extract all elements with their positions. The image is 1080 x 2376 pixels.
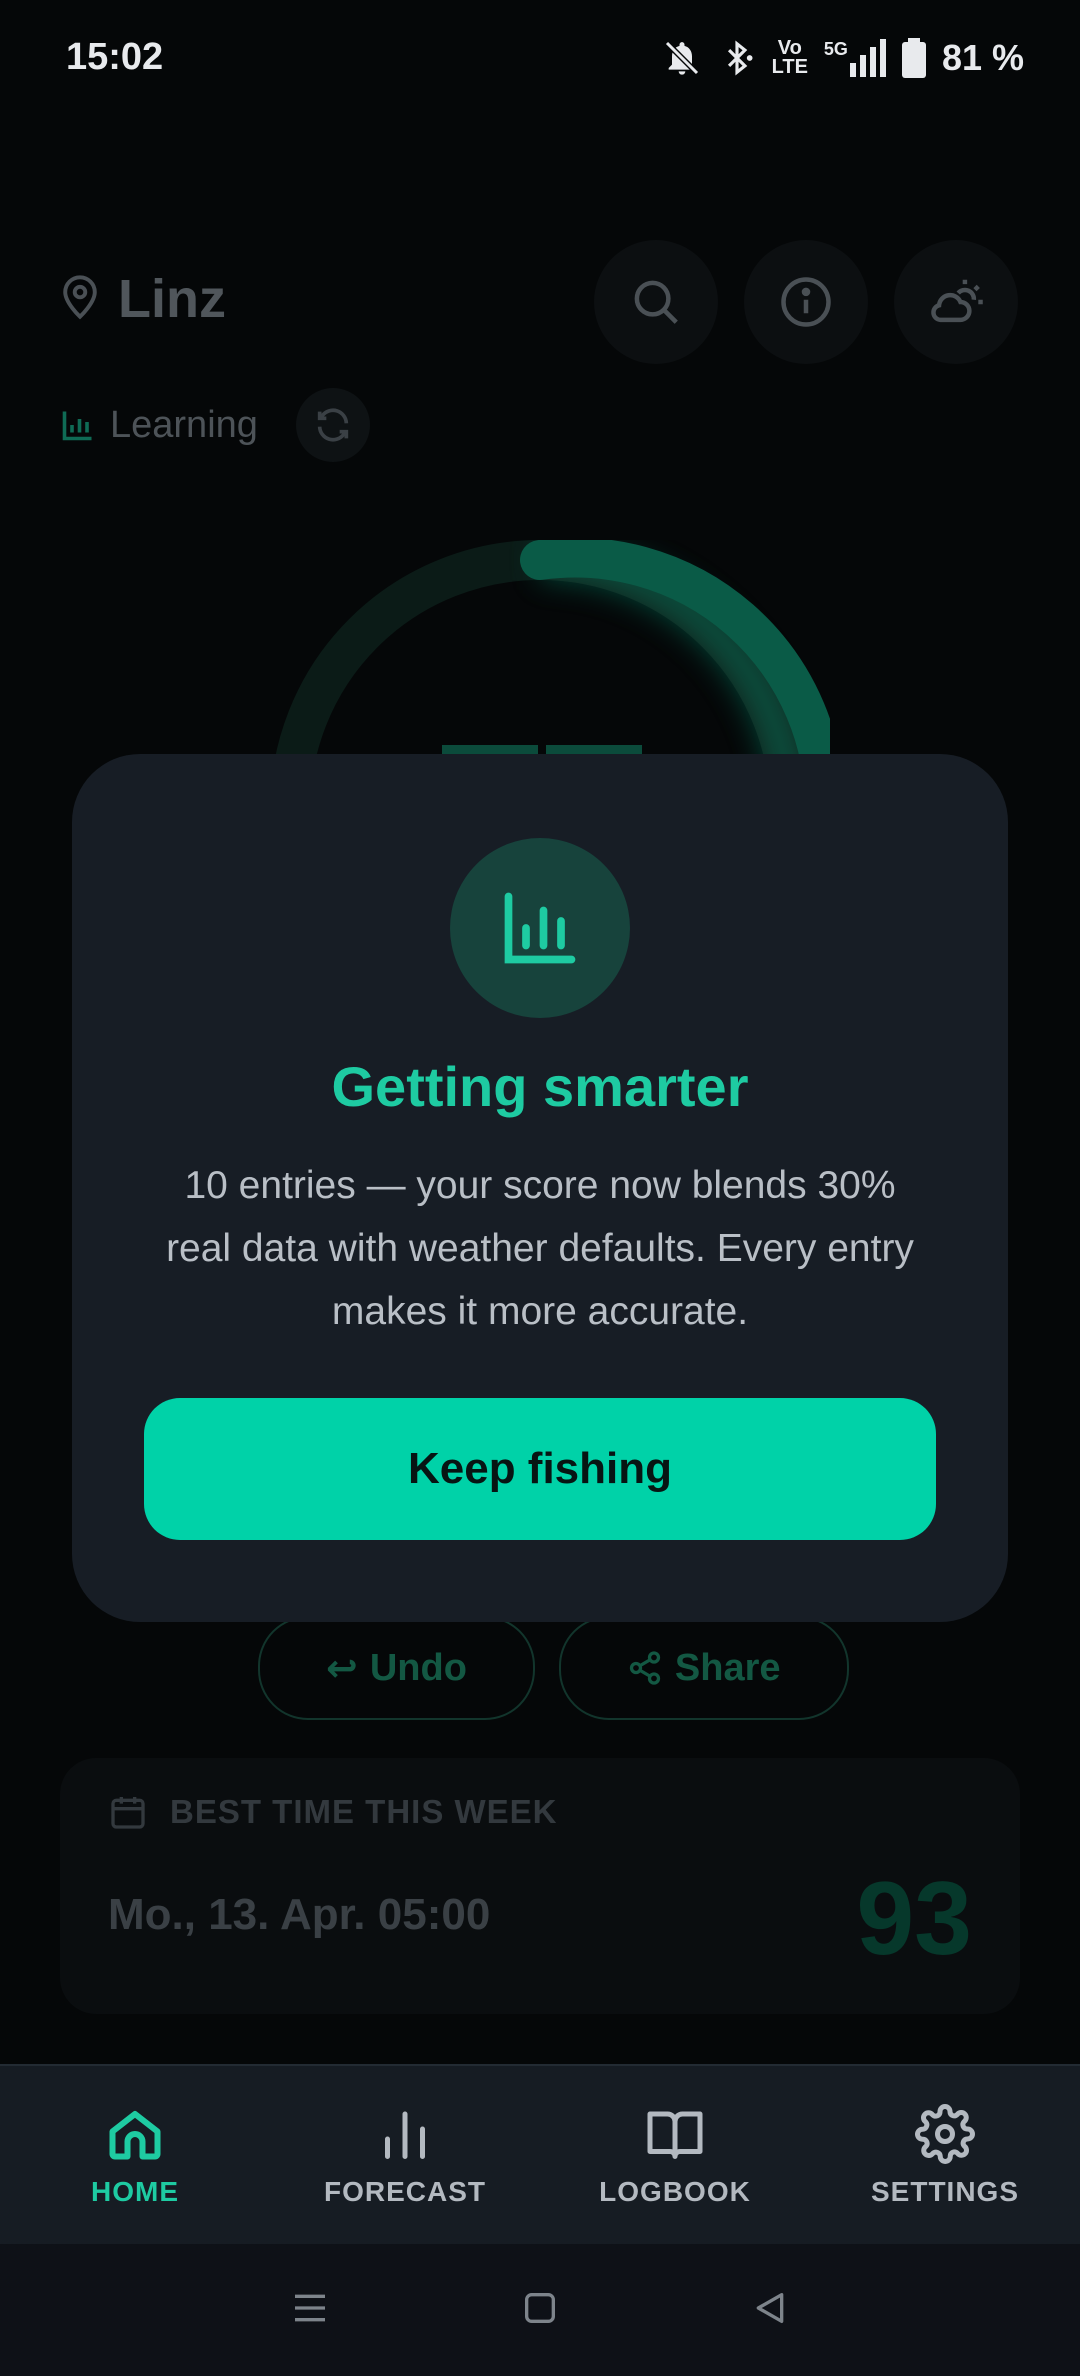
learning-label: Learning <box>110 403 258 446</box>
battery-level: 81 % <box>941 37 1024 78</box>
recents-button[interactable] <box>290 2288 330 2333</box>
weather-button[interactable] <box>894 240 1018 364</box>
best-time-card[interactable]: BEST TIME THIS WEEK Mo., 13. Apr. 05:00 … <box>60 1758 1020 2014</box>
status-time: 15:02 <box>66 36 164 78</box>
back-triangle-icon <box>756 2292 784 2323</box>
nav-home[interactable]: HOME <box>0 2066 270 2246</box>
progress-dialog: Getting smarter 10 entries — your score … <box>72 754 1008 1622</box>
search-icon <box>634 280 678 324</box>
dialog-icon-badge <box>450 838 630 1018</box>
best-time-date: Mo., 13. Apr. 05:00 <box>108 1890 491 1939</box>
volte-label: Vo LTE <box>771 37 808 78</box>
dialog-message: 10 entries — your score now blends 30% r… <box>166 1164 914 1333</box>
learning-status: Learning <box>60 388 370 462</box>
location-name: Linz <box>118 269 226 329</box>
menu-icon <box>295 2294 325 2321</box>
book-icon <box>647 2111 703 2159</box>
status-bar: 15:02 Vo LTE 5G 81 % <box>0 0 1080 120</box>
home-system-button[interactable] <box>520 2288 560 2333</box>
undo-button[interactable]: ↩ Undo <box>258 1616 535 1720</box>
square-icon <box>525 2292 555 2323</box>
signal-icon: 5G <box>824 39 886 77</box>
nav-forecast[interactable]: FORECAST <box>270 2066 540 2246</box>
bar-chart-icon <box>62 411 92 441</box>
nav-logbook[interactable]: LOGBOOK <box>540 2066 810 2246</box>
calendar-icon <box>111 1797 145 1829</box>
best-time-header: BEST TIME THIS WEEK <box>108 1792 558 1832</box>
status-icons: Vo LTE 5G 81 % <box>662 36 1024 80</box>
refresh-button[interactable] <box>295 388 370 462</box>
location-pin-icon <box>60 274 100 325</box>
bottom-navigation: HOME FORECAST LOGBOOK SETTINGS <box>0 2064 1080 2246</box>
nav-settings[interactable]: SETTINGS <box>810 2066 1080 2246</box>
best-time-score: 93 <box>856 1861 972 1977</box>
search-button[interactable] <box>594 240 718 364</box>
refresh-icon <box>317 408 349 442</box>
system-navigation <box>0 2244 1080 2376</box>
dialog-title: Getting smarter <box>331 1055 749 1118</box>
home-icon <box>109 2111 161 2160</box>
keep-fishing-button[interactable]: Keep fishing <box>144 1398 936 1540</box>
mute-bell-icon <box>662 38 702 78</box>
battery-icon <box>901 38 926 78</box>
gear-icon <box>915 2104 975 2164</box>
action-row: ↩ Undo Share <box>258 1616 849 1720</box>
share-button[interactable]: Share <box>558 1616 849 1720</box>
weather-icon <box>931 279 983 323</box>
bluetooth-icon <box>718 38 756 78</box>
bar-chart-icon <box>504 892 576 964</box>
info-button[interactable] <box>744 240 868 364</box>
undo-icon: ↩ <box>326 1647 358 1690</box>
bar-chart-icon <box>385 2111 425 2159</box>
location-header[interactable]: Linz <box>60 268 226 330</box>
info-icon <box>781 277 831 327</box>
share-icon <box>629 1651 661 1685</box>
back-button[interactable] <box>750 2288 790 2333</box>
